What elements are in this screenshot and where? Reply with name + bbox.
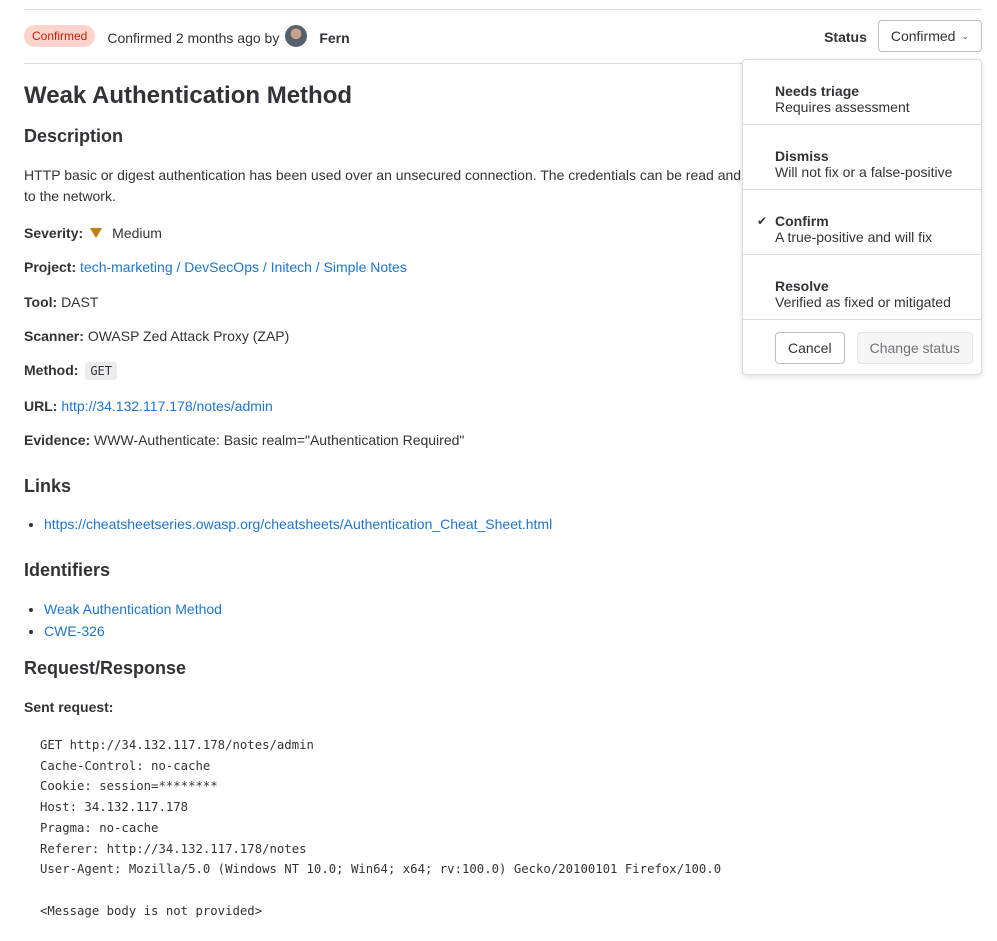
status-dropdown-button[interactable]: Confirmed ⌄ bbox=[877, 20, 982, 52]
tool-field: Tool: DAST bbox=[24, 294, 98, 310]
status-option-resolve[interactable]: Resolve Verified as fixed or mitigated bbox=[743, 255, 981, 320]
project-field: Project: tech-marketing / DevSecOps / In… bbox=[24, 259, 407, 275]
project-link[interactable]: tech-marketing / DevSecOps / Initech / S… bbox=[80, 259, 407, 275]
status-option-dismiss[interactable]: Dismiss Will not fix or a false-positive bbox=[743, 125, 981, 190]
status-option-needs-triage[interactable]: Needs triage Requires assessment bbox=[743, 60, 981, 125]
chevron-down-icon: ⌄ bbox=[961, 30, 969, 41]
list-item: Weak Authentication Method bbox=[44, 598, 222, 620]
links-list: https://cheatsheetseries.owasp.org/cheat… bbox=[24, 513, 552, 535]
cancel-button[interactable]: Cancel bbox=[775, 332, 845, 364]
option-subtitle: Requires assessment bbox=[775, 99, 910, 115]
evidence-label: Evidence: bbox=[24, 432, 91, 448]
status-control: Status Confirmed ⌄ bbox=[824, 20, 982, 52]
option-title: Needs triage bbox=[775, 83, 860, 99]
status-meta-text: Confirmed 2 months ago by bbox=[107, 29, 280, 46]
option-title: Confirm bbox=[775, 213, 829, 229]
identifiers-heading: Identifiers bbox=[24, 560, 111, 580]
scanner-label: Scanner: bbox=[24, 328, 84, 344]
severity-medium-icon bbox=[90, 228, 103, 238]
tool-label: Tool: bbox=[24, 294, 58, 310]
tool-value: DAST bbox=[61, 294, 99, 310]
dropdown-footer: Cancel Change status bbox=[743, 320, 981, 374]
url-link[interactable]: http://34.132.117.178/notes/admin bbox=[61, 398, 272, 414]
list-item: https://cheatsheetseries.owasp.org/cheat… bbox=[44, 513, 552, 535]
status-badge: Confirmed bbox=[24, 25, 96, 47]
status-option-confirm[interactable]: ✔ Confirm A true-positive and will fix bbox=[743, 190, 981, 255]
option-subtitle: Will not fix or a false-positive bbox=[775, 164, 953, 180]
project-label: Project: bbox=[24, 259, 77, 275]
severity-label: Severity: bbox=[24, 225, 84, 241]
severity-value: Medium bbox=[112, 225, 162, 241]
severity-field: Severity: Medium bbox=[24, 225, 162, 241]
method-field: Method: GET bbox=[24, 362, 118, 380]
status-dropdown-menu: Needs triage Requires assessment Dismiss… bbox=[742, 59, 982, 375]
identifier-link[interactable]: Weak Authentication Method bbox=[44, 601, 222, 617]
author-name[interactable]: Fern bbox=[319, 30, 349, 46]
option-subtitle: Verified as fixed or mitigated bbox=[775, 294, 951, 310]
sent-request-label: Sent request: bbox=[24, 699, 114, 715]
status-meta: Confirmed 2 months ago by Fern bbox=[107, 25, 350, 47]
scanner-value: OWASP Zed Attack Proxy (ZAP) bbox=[87, 328, 290, 344]
change-status-button[interactable]: Change status bbox=[856, 332, 973, 364]
option-title: Dismiss bbox=[775, 148, 829, 164]
option-subtitle: A true-positive and will fix bbox=[775, 229, 933, 245]
evidence-value: WWW-Authenticate: Basic realm="Authentic… bbox=[94, 432, 465, 448]
description-heading: Description bbox=[24, 126, 124, 146]
check-icon: ✔ bbox=[757, 214, 768, 228]
method-label: Method: bbox=[24, 362, 79, 378]
identifier-link[interactable]: CWE-326 bbox=[44, 623, 105, 639]
status-label: Status bbox=[824, 29, 867, 45]
option-title: Resolve bbox=[775, 278, 829, 294]
request-response-heading: Request/Response bbox=[24, 658, 187, 678]
sent-request-body: GET http://34.132.117.178/notes/admin Ca… bbox=[40, 738, 722, 918]
url-label: URL: bbox=[24, 398, 58, 414]
identifiers-list: Weak Authentication Method CWE-326 bbox=[24, 598, 222, 642]
method-value: GET bbox=[85, 362, 118, 380]
page-title: Weak Authentication Method bbox=[24, 82, 353, 109]
status-header: Confirmed Confirmed 2 months ago by Fern… bbox=[24, 20, 982, 64]
list-item: CWE-326 bbox=[44, 620, 222, 642]
url-field: URL: http://34.132.117.178/notes/admin bbox=[24, 398, 273, 414]
status-value: Confirmed bbox=[890, 28, 956, 44]
link-owasp-cheatsheet[interactable]: https://cheatsheetseries.owasp.org/cheat… bbox=[44, 516, 552, 532]
avatar[interactable] bbox=[285, 25, 308, 47]
links-heading: Links bbox=[24, 476, 72, 496]
scanner-field: Scanner: OWASP Zed Attack Proxy (ZAP) bbox=[24, 328, 289, 344]
divider bbox=[24, 9, 982, 10]
evidence-field: Evidence: WWW-Authenticate: Basic realm=… bbox=[24, 432, 464, 448]
